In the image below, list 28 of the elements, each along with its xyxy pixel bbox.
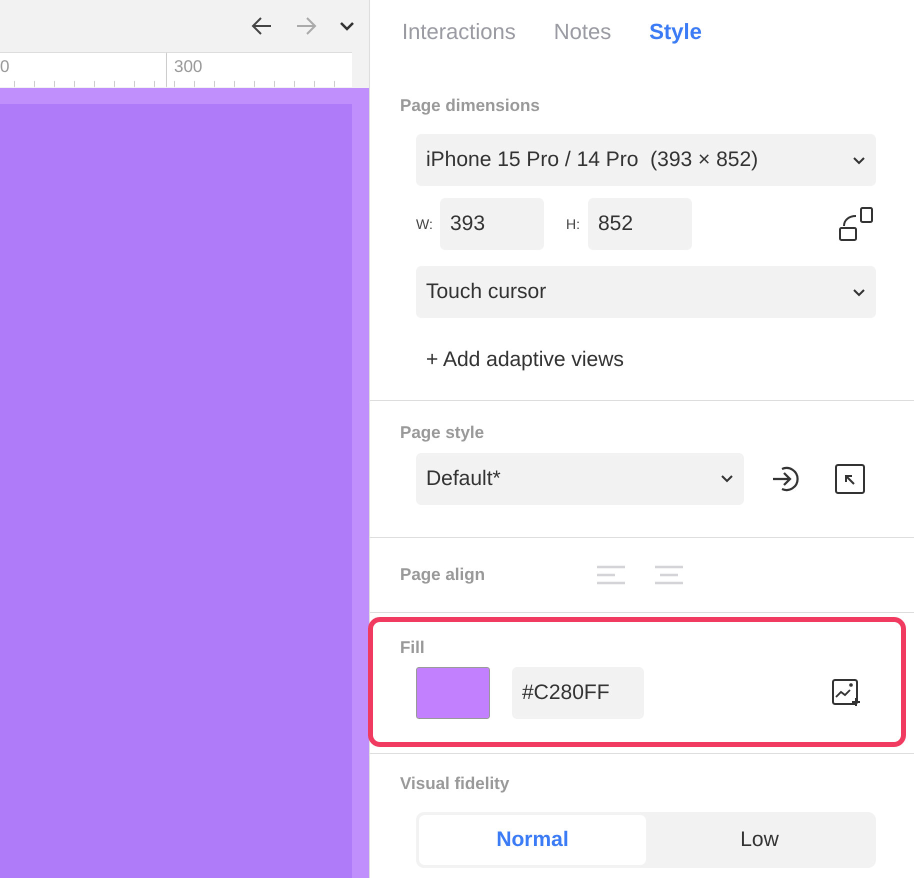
page-style-dropdown[interactable]: Default* <box>416 452 744 504</box>
color-swatch[interactable] <box>416 666 490 718</box>
height-field[interactable]: 852 <box>588 198 692 250</box>
back-arrow-icon[interactable] <box>251 16 273 36</box>
section-label: Page dimensions <box>400 96 541 116</box>
section-label: Visual fidelity <box>400 774 510 794</box>
chevron-down-icon[interactable] <box>339 21 355 31</box>
chevron-down-icon <box>852 156 866 164</box>
chevron-down-icon <box>720 474 734 483</box>
section-label: Fill <box>400 638 426 658</box>
ruler-label: 0 <box>0 57 10 77</box>
section-label: Page style <box>400 422 486 442</box>
rotate-orientation-icon[interactable] <box>838 206 874 242</box>
add-adaptive-views-link[interactable]: + Add adaptive views <box>416 330 624 376</box>
device-dropdown[interactable]: iPhone 15 Pro / 14 Pro (393 × 852) <box>416 134 876 186</box>
field-label: H: <box>566 214 581 234</box>
panel-tab[interactable]: Style <box>649 14 702 48</box>
hex-color-field[interactable]: #C280FF <box>512 666 644 718</box>
cursor-dropdown[interactable]: Touch cursor <box>416 266 876 318</box>
section-label: Page align <box>400 564 486 586</box>
image-fill-icon[interactable] <box>831 678 861 708</box>
field-label: W: <box>416 214 434 234</box>
chevron-down-icon <box>852 288 866 296</box>
ruler-label: 300 <box>174 57 202 77</box>
width-field[interactable]: 393 <box>440 198 544 250</box>
fidelity-option[interactable]: Low <box>646 814 873 864</box>
expand-style-icon[interactable] <box>834 462 866 494</box>
fidelity-option[interactable]: Normal <box>419 814 646 864</box>
